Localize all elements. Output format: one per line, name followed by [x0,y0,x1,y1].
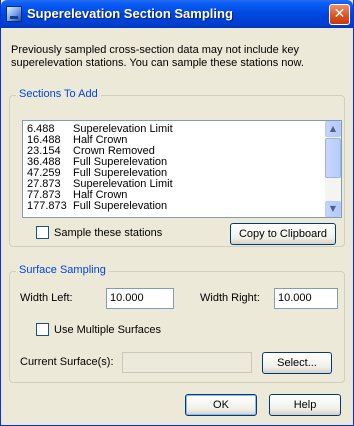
sections-to-add-legend: Sections To Add [16,88,101,100]
stations-listbox[interactable]: 6.488 Superelevation Limit 16.488 Half Crow… [22,120,342,218]
surface-sampling-group: Surface Sampling Width Left: 10.000 Widt… [9,264,345,383]
scroll-down-arrow-icon: ▼ [329,204,337,213]
surface-sampling-legend: Surface Sampling [16,264,109,276]
width-right-input[interactable]: 10.000 [274,288,338,309]
scroll-up-arrow-icon: ▲ [329,124,337,133]
station-list: 6.488 Superelevation Limit 16.488 Half Crow… [27,124,173,212]
multiple-surfaces-checkbox[interactable] [36,323,49,336]
close-icon: ✕ [333,6,346,22]
scroll-down-button[interactable]: ▼ [325,201,341,217]
sample-stations-checkbox[interactable] [36,226,49,239]
sections-to-add-group: Sections To Add 6.488 Superelevation Limi… [9,88,345,247]
station-list-item[interactable]: 177.873 Full Superelevation [27,201,173,212]
sample-stations-label: Sample these stations [54,227,163,239]
select-surface-button[interactable]: Select... [262,352,332,374]
multiple-surfaces-label: Use Multiple Surfaces [54,324,161,336]
current-surface-field [122,352,252,373]
ok-button[interactable]: OK [185,394,257,416]
current-surface-label: Current Surface(s): [20,356,114,368]
scroll-thumb[interactable] [325,138,341,178]
copy-to-clipboard-button[interactable]: Copy to Clipboard [230,223,336,245]
width-left-input[interactable]: 10.000 [106,288,174,309]
width-left-label: Width Left: [20,292,73,304]
intro-text: Previously sampled cross-section data ma… [11,44,304,69]
station-value: 177.873 [27,200,67,212]
title-bar[interactable]: Superelevation Section Sampling ✕ [1,0,353,28]
listbox-scrollbar[interactable]: ▲ ▼ [325,121,341,217]
dialog-title: Superelevation Section Sampling [27,6,233,21]
dialog-window: Superelevation Section Sampling ✕ Previo… [0,0,354,426]
help-button[interactable]: Help [269,394,341,416]
station-description: Full Superelevation [73,200,168,212]
close-button[interactable]: ✕ [329,4,350,25]
width-right-label: Width Right: [200,292,260,304]
scroll-up-button[interactable]: ▲ [325,121,341,137]
app-icon [6,6,22,22]
